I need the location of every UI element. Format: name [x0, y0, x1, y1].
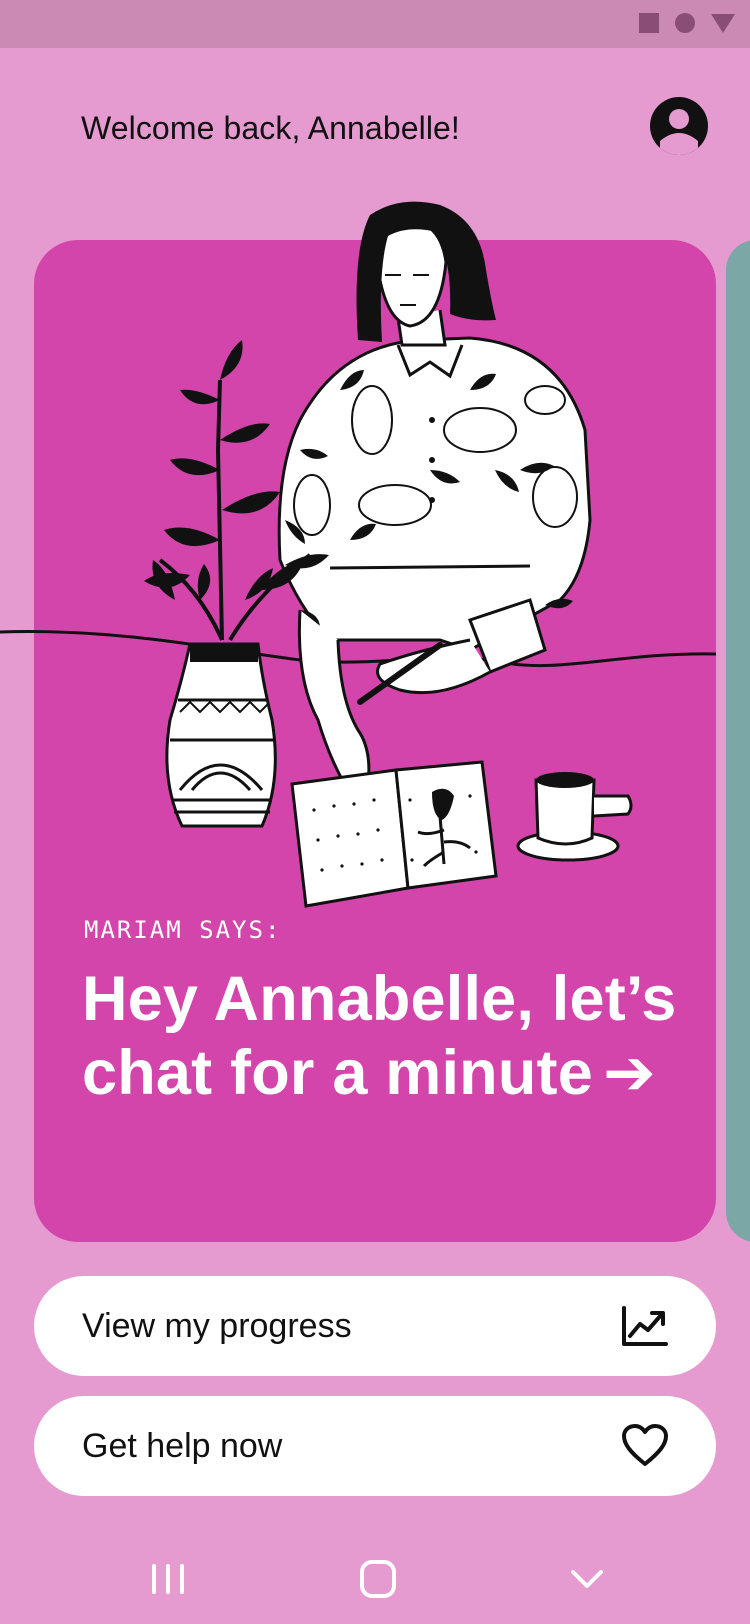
heart-icon: [622, 1424, 668, 1466]
home-icon[interactable]: [347, 1554, 407, 1604]
recents-icon[interactable]: [138, 1554, 198, 1604]
trend-chart-icon: [622, 1306, 668, 1346]
status-bar: [0, 0, 750, 48]
circle-icon: [675, 13, 695, 33]
arrow-right-icon: ➔: [602, 1038, 656, 1108]
status-icons: [638, 12, 736, 34]
mariam-says-label: MARIAM SAYS:: [84, 916, 282, 944]
woman-journaling-illustration: [0, 201, 717, 908]
get-help-label: Get help now: [82, 1427, 283, 1465]
get-help-button[interactable]: Get help now: [34, 1396, 716, 1496]
chat-headline[interactable]: Hey Annabelle, let’s chat for a minute ➔: [82, 962, 682, 1110]
view-progress-button[interactable]: View my progress: [34, 1276, 716, 1376]
triangle-icon: [711, 14, 735, 33]
chat-headline-text: Hey Annabelle, let’s chat for a minute: [82, 964, 677, 1108]
back-chevron-icon[interactable]: [557, 1554, 617, 1604]
system-nav-bar: [0, 1536, 750, 1624]
view-progress-label: View my progress: [82, 1307, 352, 1345]
square-icon: [639, 13, 659, 33]
user-avatar-icon: [660, 109, 698, 155]
welcome-heading: Welcome back, Annabelle!: [81, 110, 460, 146]
profile-button[interactable]: [650, 97, 708, 155]
